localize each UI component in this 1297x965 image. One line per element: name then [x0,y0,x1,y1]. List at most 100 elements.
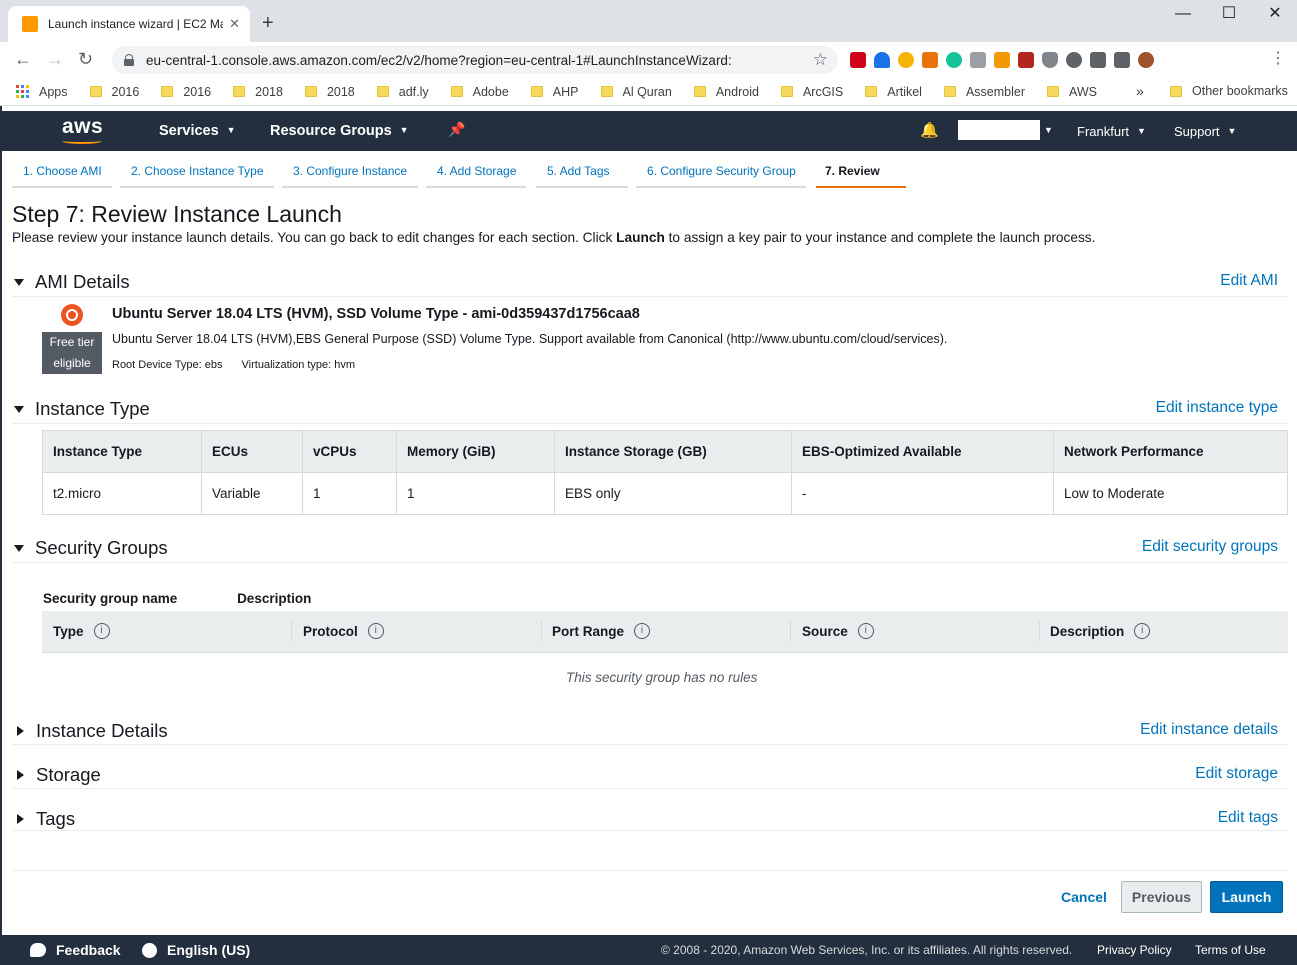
maximize-icon[interactable]: ☐ [1206,4,1252,24]
tab-choose-instance-type[interactable]: 2. Choose Instance Type [131,164,264,178]
avatar[interactable] [1138,52,1154,68]
bookmark-folder[interactable]: 2016 [89,85,139,99]
section-tags[interactable]: Tags [14,808,75,830]
aws-favicon-icon [22,16,38,32]
tab-choose-ami[interactable]: 1. Choose AMI [23,164,102,178]
shield-icon[interactable] [1042,52,1058,68]
column-header: Instance Type [42,430,202,473]
extension-icon[interactable] [922,52,938,68]
info-icon[interactable]: i [857,623,874,639]
bookmark-label: Artikel [887,84,922,99]
bookmark-folder[interactable]: AHP [530,85,579,99]
bell-icon[interactable]: 🔔 [920,121,939,139]
cancel-button[interactable]: Cancel [1054,882,1114,912]
key-icon[interactable] [994,52,1010,68]
terms-of-use-link[interactable]: Terms of Use [1195,943,1266,957]
bookmark-folder[interactable]: Al Quran [600,85,672,99]
column-label: Port Range [552,623,625,639]
address-bar[interactable]: eu-central-1.console.aws.amazon.com/ec2/… [112,46,838,74]
adobe-icon[interactable] [1018,52,1034,68]
column-divider [541,621,542,641]
column-header-protocol: Protocol i [303,623,384,639]
services-menu[interactable]: Services ▼ [159,123,236,139]
section-title: Storage [36,764,101,785]
info-icon[interactable]: i [367,623,384,639]
table-cell: Variable [201,472,303,515]
minimize-icon[interactable]: — [1160,4,1206,24]
browser-menu-icon[interactable]: ⋮ [1270,50,1286,68]
footer-divider [12,870,1288,871]
bookmark-folder[interactable]: Adobe [450,85,509,99]
pin-icon[interactable]: 📌 [448,121,465,138]
close-window-icon[interactable]: ✕ [1252,4,1297,24]
edit-instance-type-link[interactable]: Edit instance type [1156,399,1278,417]
info-icon[interactable]: i [93,623,110,639]
bookmark-folder[interactable]: Artikel [865,85,922,99]
info-icon[interactable]: i [634,623,651,639]
tab-add-storage[interactable]: 4. Add Storage [437,164,516,178]
edit-security-groups-link[interactable]: Edit security groups [1142,538,1278,556]
reload-icon[interactable]: ↻ [78,49,93,69]
bookmark-folder[interactable]: 2018 [304,85,355,99]
bookmark-folder[interactable]: Assembler [943,85,1025,99]
edit-ami-link[interactable]: Edit AMI [1220,272,1278,290]
extension-icon[interactable] [850,52,866,68]
launch-button[interactable]: Launch [1210,881,1283,913]
chevron-down-icon: ▼ [226,125,236,135]
section-instance-details[interactable]: Instance Details [14,720,168,742]
bookmark-folder[interactable]: 2018 [233,85,283,99]
tab-configure-instance[interactable]: 3. Configure Instance [293,164,407,178]
resource-groups-menu[interactable]: Resource Groups ▼ [270,123,409,139]
bookmark-folder[interactable]: ArcGIS [780,85,843,99]
bookmark-star-icon[interactable]: ☆ [813,50,828,70]
aws-smile-logo-icon [62,138,102,144]
feedback-button[interactable]: Feedback [30,942,121,958]
region-menu[interactable]: Frankfurt ▼ [1077,124,1146,139]
language-selector[interactable]: English (US) [142,942,250,958]
region-label: Frankfurt [1077,124,1130,139]
tab-configure-security-group[interactable]: 6. Configure Security Group [647,164,796,178]
security-group-labels: Security group name Description [43,591,311,606]
extension-icon[interactable] [898,52,914,68]
edit-tags-link[interactable]: Edit tags [1218,809,1278,827]
other-bookmarks[interactable]: Other bookmarks [1170,84,1288,98]
tab-add-tags[interactable]: 5. Add Tags [547,164,610,178]
more-bookmarks-icon[interactable]: » [1136,83,1144,99]
speech-bubble-icon [30,943,46,957]
bookmark-apps[interactable]: Apps [16,85,68,99]
aws-logo[interactable]: aws [62,115,103,139]
extension-icon[interactable] [874,52,890,68]
section-ami-details[interactable]: AMI Details [14,271,130,293]
edit-instance-details-link[interactable]: Edit instance details [1140,721,1278,739]
bookmark-folder[interactable]: adf.ly [376,85,429,99]
extension-icon[interactable] [970,52,986,68]
previous-button[interactable]: Previous [1121,881,1202,913]
url-text[interactable]: eu-central-1.console.aws.amazon.com/ec2/… [146,53,813,68]
chevron-down-icon[interactable]: ▼ [1044,125,1053,135]
section-storage[interactable]: Storage [14,764,101,786]
section-title: Tags [36,808,76,829]
privacy-policy-link[interactable]: Privacy Policy [1097,943,1172,957]
tab-review[interactable]: 7. Review [825,164,880,178]
account-menu[interactable] [958,120,1040,140]
tab-close-icon[interactable]: ✕ [229,16,240,32]
instance-type-table: Instance Type ECUs vCPUs Memory (GiB) In… [42,430,1288,515]
browser-tab[interactable]: Launch instance wizard | EC2 Ma ✕ [8,6,250,42]
section-instance-type[interactable]: Instance Type [14,398,150,420]
support-menu[interactable]: Support ▼ [1174,124,1236,139]
info-icon[interactable]: i [1134,623,1151,639]
section-security-groups[interactable]: Security Groups [14,537,168,559]
puzzle-icon[interactable] [1090,52,1106,68]
grammarly-icon[interactable] [946,52,962,68]
extension-icon[interactable] [1066,52,1082,68]
bookmark-folder[interactable]: 2016 [161,85,211,99]
back-icon[interactable]: ← [14,49,32,69]
column-header: EBS-Optimized Available [791,430,1054,473]
new-tab-icon[interactable]: + [262,13,274,33]
tab-underline [426,186,526,188]
forward-icon[interactable]: → [46,49,64,69]
media-icon[interactable] [1114,52,1130,68]
bookmark-folder[interactable]: AWS [1047,85,1097,99]
edit-storage-link[interactable]: Edit storage [1195,765,1278,783]
bookmark-folder[interactable]: Android [693,85,759,99]
